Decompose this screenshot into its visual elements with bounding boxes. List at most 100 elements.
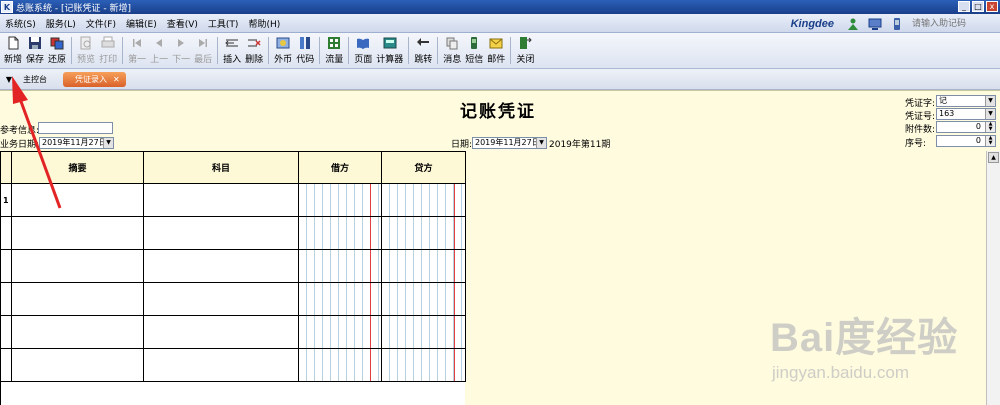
close-button[interactable]: 关闭 [514,33,536,68]
jump-button[interactable]: 跳转 [412,33,434,68]
column-header-debit[interactable]: 借方 [299,152,382,183]
table-row[interactable] [1,250,466,283]
debit-cell[interactable] [299,184,382,216]
account-cell[interactable] [144,283,299,315]
tab-home[interactable]: 主控台 [23,74,47,85]
date-picker[interactable]: 2019年11月27日 ▼ [472,137,547,149]
tab-close-icon[interactable]: ✕ [113,75,120,84]
decimal-divider [454,250,455,282]
toolbar-separator [319,37,321,64]
voucher-word-select[interactable]: 记 ▼ [936,95,996,107]
table-row[interactable] [1,349,466,382]
credit-cell[interactable] [382,184,466,216]
prev-button[interactable]: 上一 [148,33,170,68]
row-number-cell[interactable] [1,250,12,282]
minimize-button[interactable]: _ [958,1,970,12]
vertical-scrollbar[interactable]: ▲ [986,151,1000,405]
maximize-button[interactable]: □ [972,1,984,12]
summary-cell[interactable] [12,250,144,282]
debit-cell[interactable] [299,250,382,282]
menu-help[interactable]: 帮助(H) [243,17,285,30]
restore-button[interactable]: 还原 [46,33,68,68]
debit-cell[interactable] [299,283,382,315]
last-button[interactable]: 最后 [192,33,214,68]
summary-cell[interactable] [12,349,144,381]
menu-service[interactable]: 服务(L) [41,17,81,30]
save-button[interactable]: 保存 [24,33,46,68]
stepper-arrows-icon[interactable]: ▲ ▼ [985,136,995,146]
row-number-cell[interactable]: 1 [1,184,12,216]
menu-system[interactable]: 系统(S) [0,17,41,30]
sms-button[interactable]: 短信 [463,33,485,68]
phone-icon [894,17,900,30]
new-button[interactable]: 新增 [2,33,24,68]
summary-cell[interactable] [12,184,144,216]
print-button[interactable]: 打印 [97,33,119,68]
account-cell[interactable] [144,250,299,282]
stepper-arrows-icon[interactable]: ▲ ▼ [985,122,995,132]
credit-cell[interactable] [382,316,466,348]
scroll-up-icon[interactable]: ▲ [988,152,999,163]
calculator-button[interactable]: 计算器 [374,33,405,68]
voucher-no-select[interactable]: 163 ▼ [936,108,996,120]
seq-stepper[interactable]: 0 ▲ ▼ [936,135,996,147]
row-number-cell[interactable] [1,349,12,381]
mail-button[interactable]: 邮件 [485,33,507,68]
app-icon: K [1,1,13,13]
credit-cell[interactable] [382,250,466,282]
menu-view[interactable]: 查看(V) [162,17,203,30]
insert-button[interactable]: 插入 [221,33,243,68]
credit-cell[interactable] [382,283,466,315]
column-header-summary[interactable]: 摘要 [12,152,144,183]
row-number-cell[interactable] [1,217,12,249]
toolbar-separator [268,37,270,64]
delete-button[interactable]: 删除 [243,33,265,68]
table-row[interactable] [1,283,466,316]
attach-count-stepper[interactable]: 0 ▲ ▼ [936,121,996,133]
menu-tools[interactable]: 工具(T) [203,17,244,30]
monitor-icon[interactable] [868,17,882,31]
account-cell[interactable] [144,316,299,348]
summary-cell[interactable] [12,217,144,249]
table-row[interactable] [1,316,466,349]
account-cell[interactable] [144,217,299,249]
table-row[interactable] [1,217,466,250]
biz-date-picker[interactable]: 2019年11月27日 ▼ [39,137,114,149]
helper-code-input[interactable] [912,16,1000,31]
menu-file[interactable]: 文件(F) [81,17,121,30]
next-button[interactable]: 下一 [170,33,192,68]
message-button[interactable]: 消息 [441,33,463,68]
tab-voucher-entry[interactable]: 凭证录入 ✕ [63,71,126,87]
summary-cell[interactable] [12,283,144,315]
preview-button[interactable]: 预览 [75,33,97,68]
debit-cell[interactable] [299,316,382,348]
code-button[interactable]: 代码 [294,33,316,68]
row-number-cell[interactable] [1,283,12,315]
summary-cell[interactable] [12,316,144,348]
account-cell[interactable] [144,184,299,216]
people-icon[interactable] [846,17,860,31]
currency-button[interactable]: 外币 [272,33,294,68]
page-button[interactable]: 页面 [352,33,374,68]
credit-cell[interactable] [382,349,466,381]
column-header-credit[interactable]: 贷方 [382,152,466,183]
last-icon [199,39,208,47]
ref-info-input[interactable] [38,122,113,134]
column-header-account[interactable]: 科目 [144,152,299,183]
account-cell[interactable] [144,349,299,381]
calculator-icon [383,37,397,49]
first-button[interactable]: 第一 [126,33,148,68]
ref-info-label: 参考信息: [0,126,40,136]
debit-cell[interactable] [299,349,382,381]
row-number-cell[interactable] [1,316,12,348]
flow-button[interactable]: 流量 [323,33,345,68]
menu-edit[interactable]: 编辑(E) [121,17,162,30]
sms-icon [471,37,478,49]
tab-menu-arrow-icon[interactable]: ▼ [3,75,15,84]
row-number: 1 [3,196,9,205]
credit-cell[interactable] [382,217,466,249]
close-window-button[interactable]: x [986,1,998,12]
debit-cell[interactable] [299,217,382,249]
table-row[interactable]: 1 [1,184,466,217]
biz-date-label: 业务日期: [0,140,40,150]
